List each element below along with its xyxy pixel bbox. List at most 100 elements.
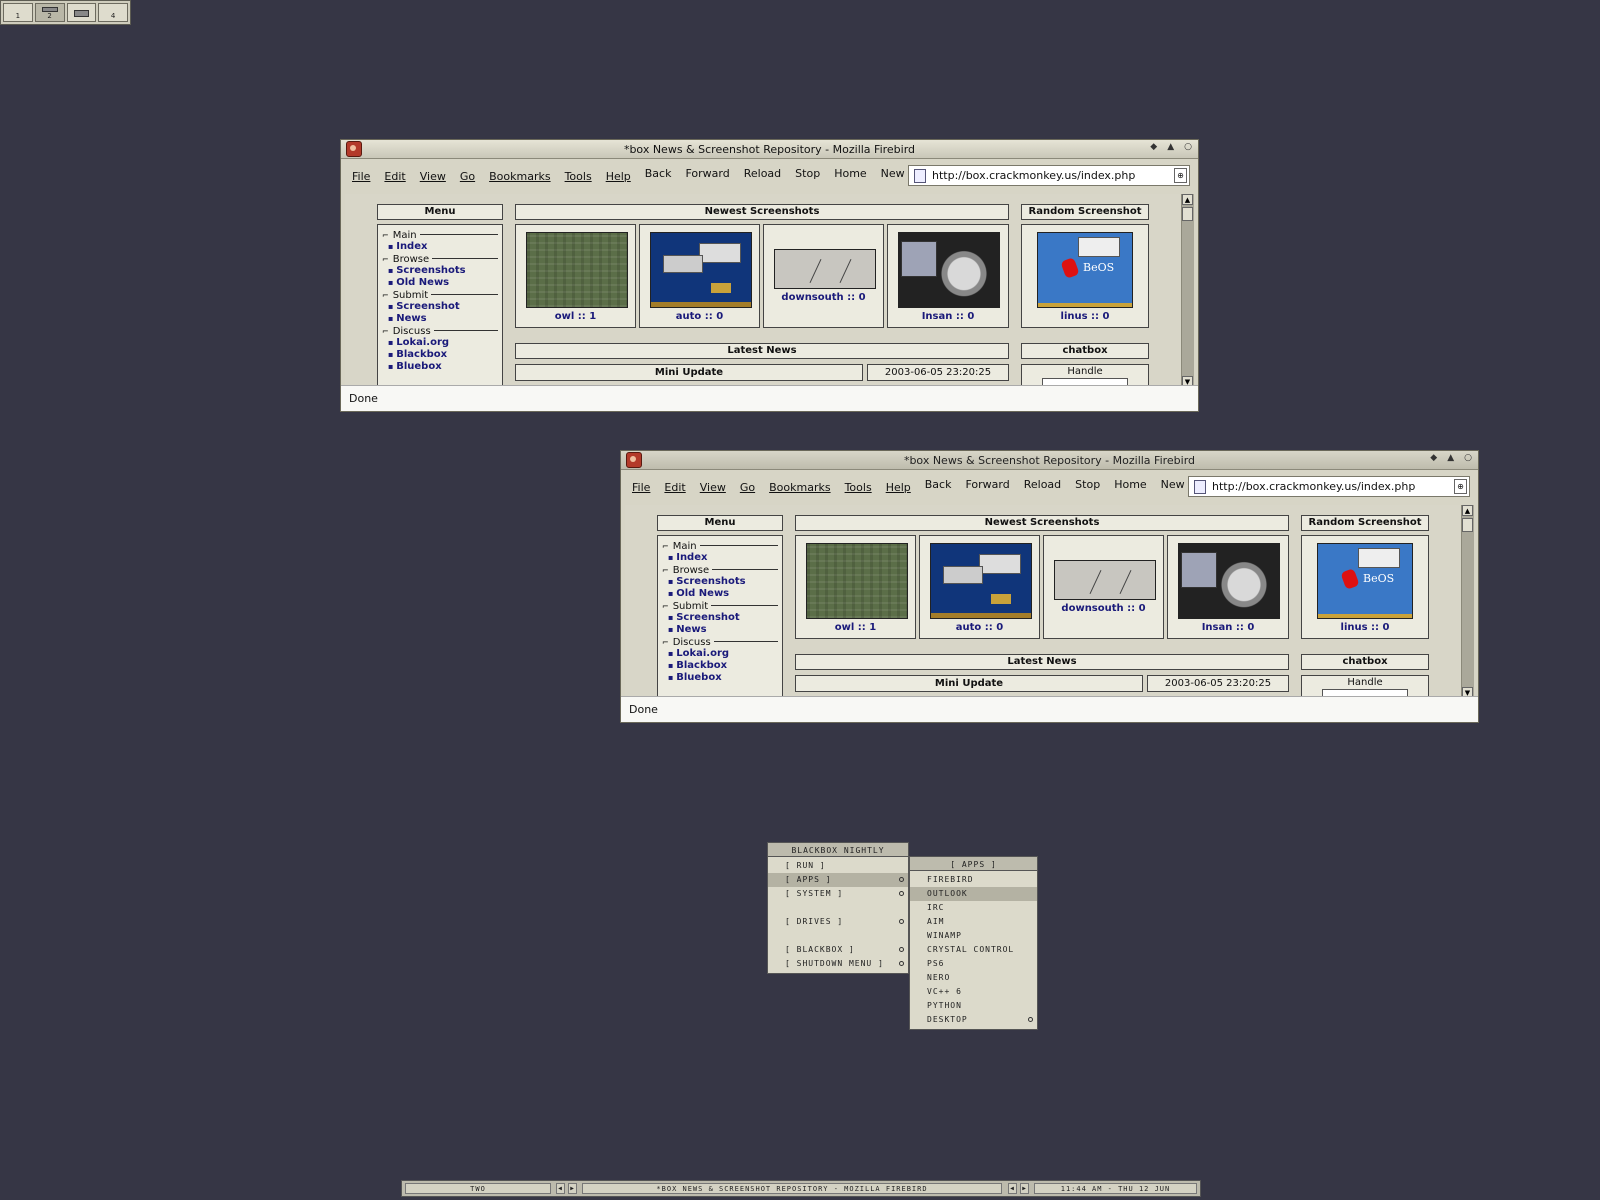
- app-aim[interactable]: AIM: [910, 915, 1037, 929]
- app-firebird[interactable]: FIREBIRD: [910, 873, 1037, 887]
- screenshot-thumbnail[interactable]: [1178, 543, 1280, 619]
- menu-help[interactable]: Help: [606, 170, 631, 183]
- screenshot-link[interactable]: auto :: 0: [920, 622, 1039, 633]
- screenshot-thumbnail[interactable]: [650, 232, 752, 308]
- menu-link-index[interactable]: Index: [662, 552, 778, 564]
- scroll-thumb[interactable]: [1182, 207, 1193, 221]
- screenshot-cell-downsouth[interactable]: downsouth :: 0: [763, 224, 884, 328]
- screenshot-cell-auto[interactable]: auto :: 0: [919, 535, 1040, 639]
- url-bar[interactable]: http://box.crackmonkey.us/index.php ⊕: [908, 165, 1190, 186]
- url-bar[interactable]: http://box.crackmonkey.us/index.php ⊕: [1188, 476, 1470, 497]
- menu-file[interactable]: File: [352, 170, 370, 183]
- screenshot-thumbnail[interactable]: BeOS: [1317, 543, 1413, 619]
- random-screenshot-cell[interactable]: BeOS linus :: 0: [1301, 535, 1429, 639]
- app-desktop[interactable]: DESKTOP: [910, 1013, 1037, 1027]
- screenshot-cell-insan[interactable]: Insan :: 0: [887, 224, 1009, 328]
- menu-link-lokai[interactable]: Lokai.org: [382, 337, 498, 349]
- firebird-app-icon[interactable]: [346, 141, 362, 157]
- screenshot-link[interactable]: owl :: 1: [796, 622, 915, 633]
- menu-link-index[interactable]: Index: [382, 241, 498, 253]
- home-button[interactable]: Home: [834, 167, 866, 180]
- screenshot-thumbnail[interactable]: [526, 232, 628, 308]
- app-crystal-control[interactable]: CRYSTAL CONTROL: [910, 943, 1037, 957]
- go-icon[interactable]: ⊕: [1174, 168, 1187, 183]
- menu-item-blackbox[interactable]: [ BLACKBOX ]: [768, 943, 908, 957]
- screenshot-thumbnail[interactable]: BeOS: [1037, 232, 1133, 308]
- pager-desktop-2[interactable]: 2: [34, 3, 65, 22]
- go-icon[interactable]: ⊕: [1454, 479, 1467, 494]
- menu-view[interactable]: View: [420, 170, 446, 183]
- workspace-name[interactable]: TWO: [405, 1183, 551, 1194]
- back-button[interactable]: Back: [925, 478, 952, 491]
- menu-tools[interactable]: Tools: [565, 170, 592, 183]
- menu-help[interactable]: Help: [886, 481, 911, 494]
- screenshot-thumbnail[interactable]: [1054, 560, 1156, 600]
- menu-edit[interactable]: Edit: [384, 170, 405, 183]
- maximize-icon[interactable]: ▲: [1447, 453, 1454, 463]
- app-irc[interactable]: IRC: [910, 901, 1037, 915]
- pager-desktop-3[interactable]: [66, 3, 97, 22]
- menu-item-apps[interactable]: [ APPS ]: [768, 873, 908, 887]
- menu-link-submit-screenshot[interactable]: Screenshot: [382, 301, 498, 313]
- window-titlebar[interactable]: *box News & Screenshot Repository - Mozi…: [621, 451, 1478, 470]
- screenshot-cell-owl[interactable]: owl :: 1: [795, 535, 916, 639]
- menu-link-submit-news[interactable]: News: [662, 624, 778, 636]
- menu-link-screenshots[interactable]: Screenshots: [662, 576, 778, 588]
- close-icon[interactable]: ○: [1184, 142, 1192, 152]
- app-outlook[interactable]: OUTLOOK: [910, 887, 1037, 901]
- pager-desktop-4[interactable]: 4: [98, 3, 128, 22]
- menu-view[interactable]: View: [700, 481, 726, 494]
- screenshot-link[interactable]: auto :: 0: [640, 311, 759, 322]
- screenshot-thumbnail[interactable]: [930, 543, 1032, 619]
- menu-link-old-news[interactable]: Old News: [382, 277, 498, 289]
- menu-link-bluebox[interactable]: Bluebox: [662, 672, 778, 684]
- menu-link-submit-screenshot[interactable]: Screenshot: [662, 612, 778, 624]
- menu-tools[interactable]: Tools: [845, 481, 872, 494]
- shade-icon[interactable]: ◆: [1150, 142, 1157, 152]
- browser-window[interactable]: *box News & Screenshot Repository - Mozi…: [340, 139, 1199, 412]
- app-winamp[interactable]: WINAMP: [910, 929, 1037, 943]
- screenshot-link[interactable]: owl :: 1: [516, 311, 635, 322]
- menu-link-blackbox[interactable]: Blackbox: [382, 349, 498, 361]
- close-icon[interactable]: ○: [1464, 453, 1472, 463]
- pager-desktop-1[interactable]: 1: [3, 3, 33, 22]
- menu-go[interactable]: Go: [740, 481, 755, 494]
- shade-icon[interactable]: ◆: [1430, 453, 1437, 463]
- screenshot-link[interactable]: downsouth :: 0: [1044, 603, 1163, 614]
- menu-link-lokai[interactable]: Lokai.org: [662, 648, 778, 660]
- menu-item-system[interactable]: [ SYSTEM ]: [768, 887, 908, 901]
- menu-item-drives[interactable]: [ DRIVES ]: [768, 915, 908, 929]
- menu-edit[interactable]: Edit: [664, 481, 685, 494]
- app-nero[interactable]: NERO: [910, 971, 1037, 985]
- menu-item-run[interactable]: [ RUN ]: [768, 859, 908, 873]
- screenshot-link[interactable]: downsouth :: 0: [764, 292, 883, 303]
- stop-button[interactable]: Stop: [795, 167, 820, 180]
- menu-link-blackbox[interactable]: Blackbox: [662, 660, 778, 672]
- focused-window-label[interactable]: *BOX NEWS & SCREENSHOT REPOSITORY - MOZI…: [582, 1183, 1002, 1194]
- forward-button[interactable]: Forward: [685, 167, 729, 180]
- stop-button[interactable]: Stop: [1075, 478, 1100, 491]
- menu-file[interactable]: File: [632, 481, 650, 494]
- menu-link-screenshots[interactable]: Screenshots: [382, 265, 498, 277]
- menu-item-shutdown[interactable]: [ SHUTDOWN MENU ]: [768, 957, 908, 971]
- menu-link-bluebox[interactable]: Bluebox: [382, 361, 498, 373]
- next-workspace-icon[interactable]: ▶: [568, 1183, 577, 1194]
- news-item-title[interactable]: Mini Update: [795, 675, 1143, 692]
- scroll-up-icon[interactable]: ▲: [1182, 194, 1193, 205]
- app-ps6[interactable]: PS6: [910, 957, 1037, 971]
- screenshot-link[interactable]: Insan :: 0: [1168, 622, 1288, 633]
- menu-bookmarks[interactable]: Bookmarks: [489, 170, 550, 183]
- menu-bookmarks[interactable]: Bookmarks: [769, 481, 830, 494]
- screenshot-link[interactable]: Insan :: 0: [888, 311, 1008, 322]
- back-button[interactable]: Back: [645, 167, 672, 180]
- prev-window-icon[interactable]: ◀: [1008, 1183, 1017, 1194]
- reload-button[interactable]: Reload: [744, 167, 781, 180]
- screenshot-thumbnail[interactable]: [774, 249, 876, 289]
- menu-link-old-news[interactable]: Old News: [662, 588, 778, 600]
- app-vcpp6[interactable]: VC++ 6: [910, 985, 1037, 999]
- maximize-icon[interactable]: ▲: [1167, 142, 1174, 152]
- window-titlebar[interactable]: *box News & Screenshot Repository - Mozi…: [341, 140, 1198, 159]
- vertical-scrollbar[interactable]: ▲ ▼: [1461, 505, 1474, 698]
- screenshot-link[interactable]: linus :: 0: [1022, 311, 1148, 322]
- firebird-app-icon[interactable]: [626, 452, 642, 468]
